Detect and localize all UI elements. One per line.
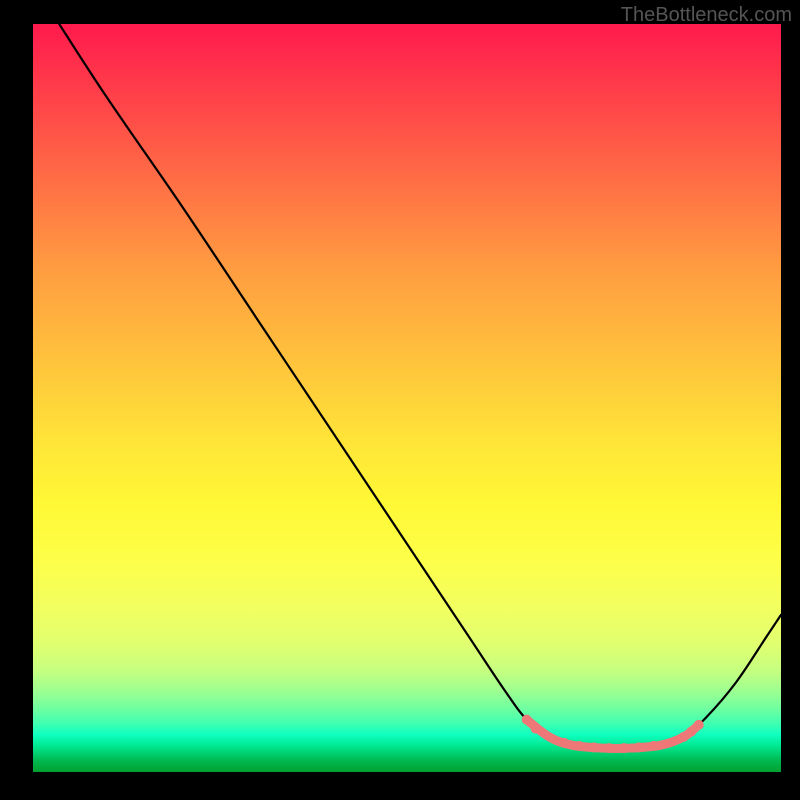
highlight-band	[527, 720, 699, 749]
curve-line	[59, 24, 781, 748]
plot-area	[33, 24, 781, 772]
chart-svg	[33, 24, 781, 772]
chart-container: TheBottleneck.com	[0, 0, 800, 800]
watermark-text: TheBottleneck.com	[621, 4, 792, 27]
